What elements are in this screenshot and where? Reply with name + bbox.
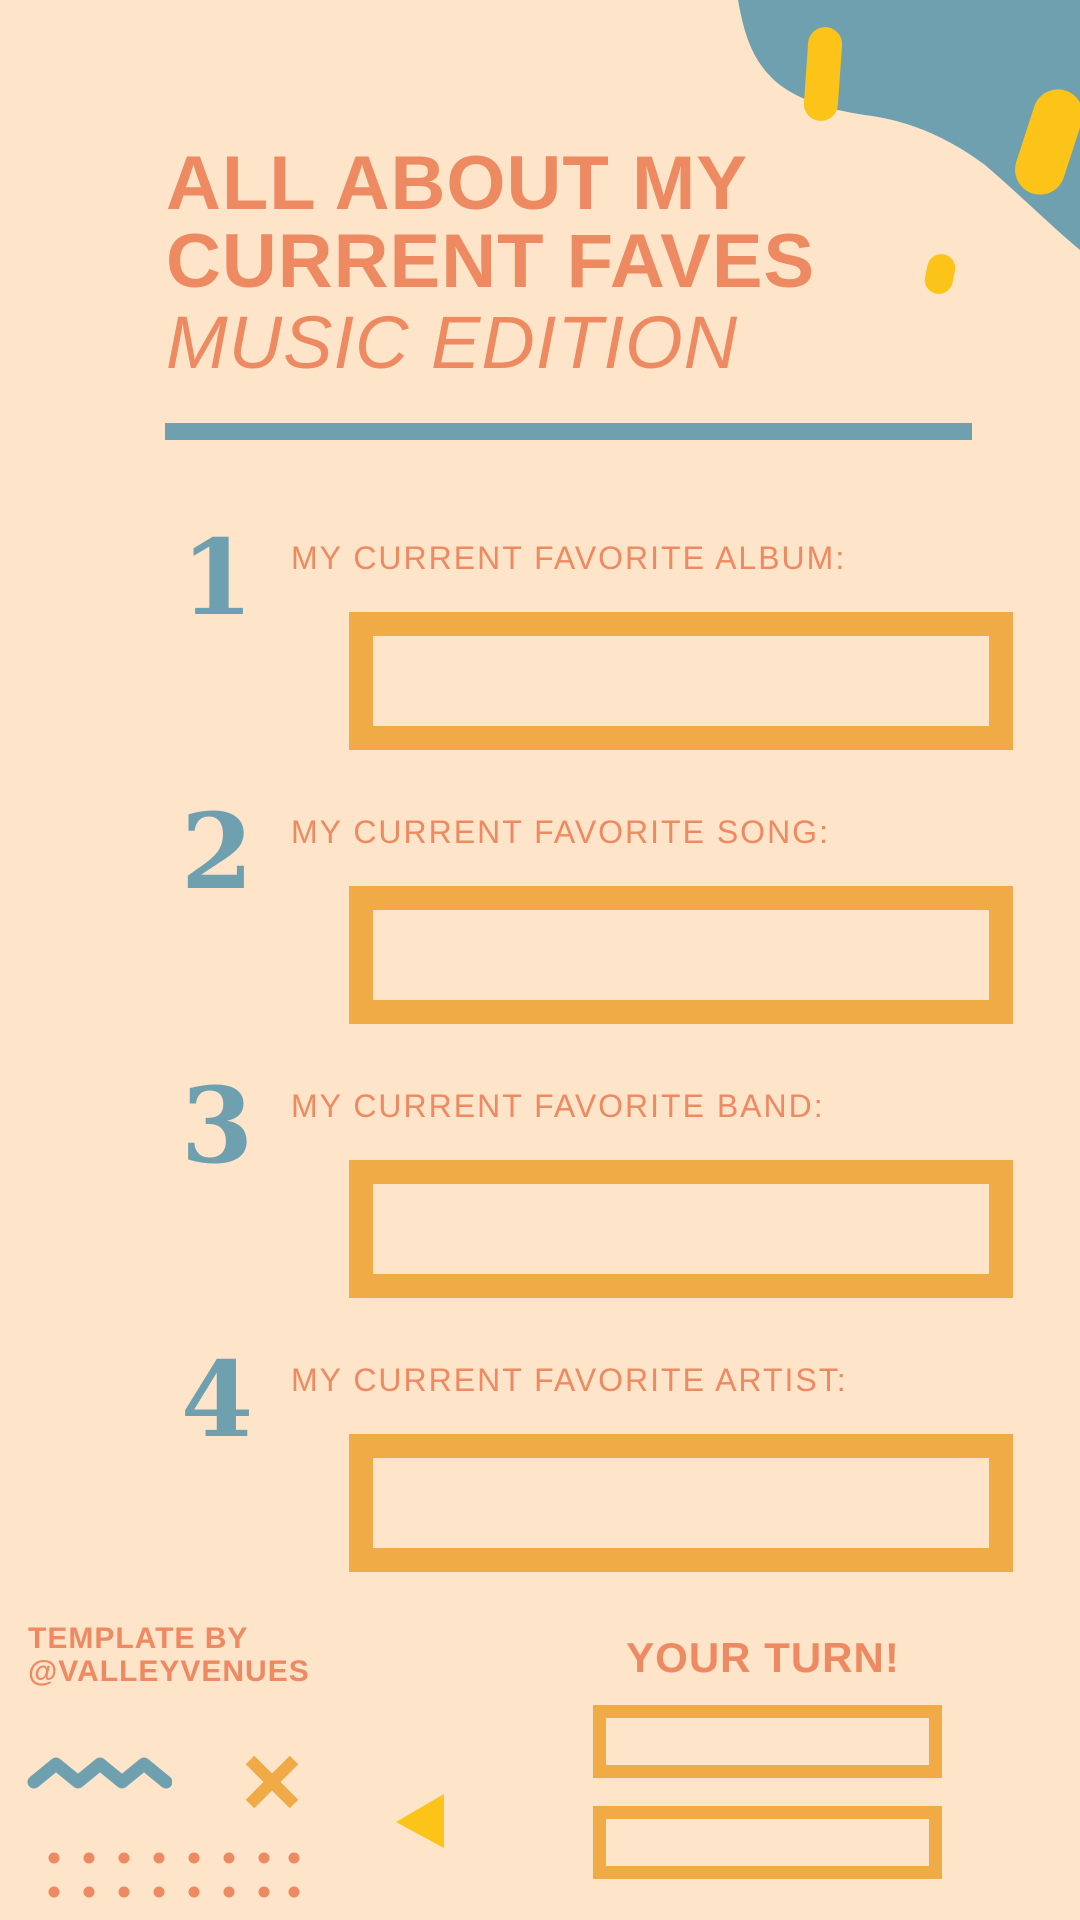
credit-line-2: @VALLEYVENUES <box>28 1655 310 1688</box>
your-turn-heading: YOUR TURN! <box>626 1634 900 1681</box>
prompt-label-band: MY CURRENT FAVORITE BAND: <box>291 1088 825 1124</box>
title-line-1: ALL ABOUT MY <box>166 141 748 226</box>
zigzag-icon <box>27 1757 172 1789</box>
prompt-number-3: 3 <box>180 1064 254 1187</box>
credit-line-1: TEMPLATE BY <box>28 1622 249 1655</box>
prompt-number-4: 4 <box>180 1338 254 1461</box>
dot-grid-icon <box>48 1852 300 1898</box>
prompt-label-album: MY CURRENT FAVORITE ALBUM: <box>291 540 847 576</box>
title-line-2: CURRENT FAVES <box>166 219 816 304</box>
yellow-dot-icon <box>924 254 956 294</box>
album-answer-box[interactable] <box>349 612 1013 750</box>
your-turn-box-1[interactable] <box>593 1705 942 1778</box>
subtitle: MUSIC EDITION <box>166 301 739 384</box>
song-answer-box[interactable] <box>349 886 1013 1024</box>
your-turn-box-2[interactable] <box>593 1806 942 1879</box>
prompt-label-song: MY CURRENT FAVORITE SONG: <box>291 814 830 850</box>
prompt-label-artist: MY CURRENT FAVORITE ARTIST: <box>291 1362 848 1398</box>
artist-answer-box[interactable] <box>349 1434 1013 1572</box>
cross-icon <box>245 1755 299 1809</box>
prompt-number-1: 1 <box>180 516 254 639</box>
prompt-number-2: 2 <box>180 790 254 913</box>
band-answer-box[interactable] <box>349 1160 1013 1298</box>
template-credit: TEMPLATE BY @VALLEYVENUES <box>28 1622 310 1688</box>
title-divider <box>165 423 972 440</box>
triangle-icon <box>396 1794 444 1848</box>
